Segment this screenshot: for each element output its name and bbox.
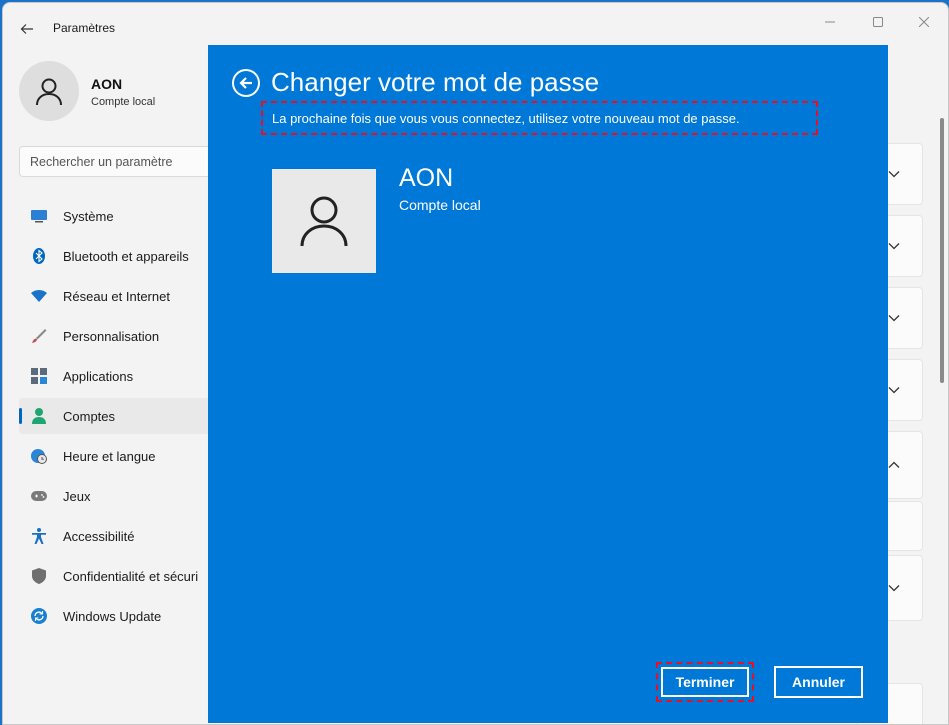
dialog-subtitle: La prochaine fois que vous vous connecte…	[261, 101, 818, 135]
back-button[interactable]	[17, 19, 37, 39]
sidebar-item-label: Système	[63, 208, 114, 224]
profile-account-type: Compte local	[91, 96, 156, 108]
sidebar-item-label: Bluetooth et appareils	[63, 248, 189, 264]
person-icon	[300, 196, 348, 247]
dialog-back-button[interactable]	[232, 69, 260, 97]
maximize-icon	[873, 17, 883, 27]
cancel-button[interactable]: Annuler	[774, 666, 863, 698]
chevron-down-icon	[888, 243, 900, 250]
person-icon	[36, 78, 62, 106]
update-icon	[31, 608, 47, 624]
title-bar: Paramètres	[3, 3, 948, 51]
user-avatar	[272, 169, 376, 273]
sidebar-item-label: Réseau et Internet	[63, 288, 170, 304]
chevron-down-icon	[888, 585, 900, 592]
finish-button[interactable]: Terminer	[661, 667, 749, 697]
sidebar-item-label: Jeux	[63, 488, 91, 504]
maximize-button[interactable]	[855, 11, 901, 33]
person-icon	[31, 408, 47, 424]
dialog-title: Changer votre mot de passe	[271, 67, 600, 97]
close-button[interactable]	[901, 11, 947, 33]
minimize-icon	[825, 21, 835, 23]
shield-icon	[31, 568, 47, 584]
change-password-dialog: Changer votre mot de passe La prochaine …	[208, 45, 888, 723]
app-title: Paramètres	[53, 21, 116, 35]
globe-clock-icon	[31, 448, 47, 464]
active-indicator	[19, 408, 22, 424]
sidebar-item-label: Personnalisation	[63, 328, 160, 344]
apps-icon	[31, 368, 47, 384]
wifi-icon	[31, 288, 47, 304]
scrollbar[interactable]	[940, 118, 944, 383]
bluetooth-icon	[31, 248, 47, 264]
chevron-down-icon	[888, 171, 900, 178]
arrow-left-icon	[20, 24, 33, 34]
sidebar-item-label: Comptes	[63, 408, 116, 424]
gamepad-icon	[31, 488, 47, 504]
sidebar-item-label: Accessibilité	[63, 528, 135, 544]
dialog-account-type: Compte local	[399, 197, 481, 213]
monitor-icon	[31, 208, 47, 224]
dialog-user-name: AON	[399, 164, 454, 192]
minimize-button[interactable]	[807, 11, 853, 33]
arrow-left-icon	[239, 77, 252, 89]
sidebar-item-label: Heure et langue	[63, 448, 156, 464]
profile-name: AON	[91, 76, 123, 92]
chevron-up-icon	[888, 461, 900, 468]
close-icon	[919, 17, 929, 27]
chevron-down-icon	[888, 387, 900, 394]
sidebar-item-label: Applications	[63, 368, 134, 384]
chevron-down-icon	[888, 315, 900, 322]
sidebar-item-label: Confidentialité et sécuri	[63, 568, 199, 584]
finish-button-highlight: Terminer	[656, 662, 754, 702]
accessibility-icon	[31, 528, 47, 544]
avatar	[19, 61, 79, 121]
brush-icon	[31, 328, 47, 344]
sidebar-item-label: Windows Update	[63, 608, 162, 624]
